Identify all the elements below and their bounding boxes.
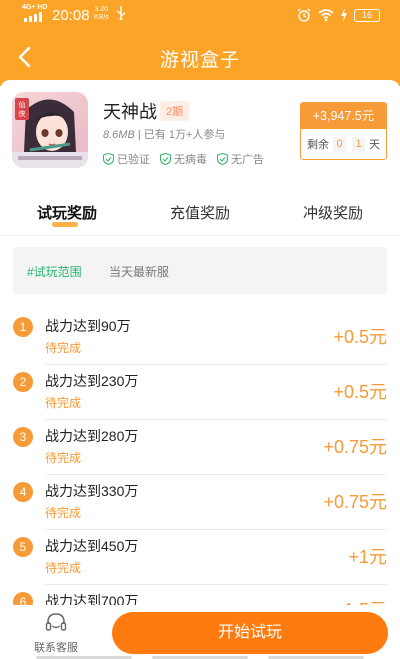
- remaining-digit: 0: [333, 136, 346, 152]
- svg-text:侠: 侠: [19, 109, 26, 118]
- task-status: 待完成: [45, 451, 82, 465]
- game-card: 仙 侠 天神战 2期 8.6MB | 已有 1万+人参与 已验证 无病毒 无广告…: [0, 80, 400, 184]
- trial-scope-box: #试玩范围 当天最新服: [13, 247, 387, 294]
- header-background: 4G+ HD 20:08 3.20 KB/s 16 游视盒子: [0, 0, 400, 86]
- task-index: 4: [13, 482, 33, 502]
- task-row[interactable]: 5 战力达到450万 待完成 +1元: [0, 530, 400, 585]
- reward-tabs: 试玩奖励 充值奖励 冲级奖励: [0, 184, 400, 236]
- customer-service-button[interactable]: 联系客服: [28, 611, 84, 655]
- task-name: 战力达到450万: [45, 538, 139, 554]
- verified-badge: 已验证: [103, 151, 150, 167]
- task-name: 战力达到330万: [45, 483, 139, 499]
- task-name: 战力达到280万: [45, 428, 139, 444]
- status-time: 20:08: [52, 7, 90, 24]
- shield-check-icon: [217, 153, 228, 165]
- tab-recharge-reward[interactable]: 充值奖励: [170, 202, 230, 223]
- task-status: 待完成: [45, 561, 82, 575]
- shield-check-icon: [103, 153, 114, 165]
- task-index: 5: [13, 537, 33, 557]
- game-size: 8.6MB: [103, 129, 135, 141]
- task-index: 2: [13, 372, 33, 392]
- task-index: 1: [13, 317, 33, 337]
- svg-text:仙: 仙: [19, 100, 26, 109]
- task-index: 3: [13, 427, 33, 447]
- task-status: 待完成: [45, 341, 82, 355]
- game-meta: 8.6MB | 已有 1万+人参与: [103, 126, 225, 142]
- trial-scope-value: 当天最新服: [109, 265, 170, 279]
- task-list-panel: #试玩范围 当天最新服 1 战力达到90万 待完成 +0.5元 2 战力达到23…: [0, 236, 400, 659]
- task-reward: +1元: [348, 547, 387, 567]
- task-row[interactable]: 4 战力达到330万 待完成 +0.75元: [0, 475, 400, 530]
- status-bar: 4G+ HD 20:08 3.20 KB/s 16: [0, 0, 400, 30]
- task-reward: +0.5元: [333, 327, 387, 347]
- network-type: 4G+ HD: [22, 4, 48, 11]
- tab-level-reward[interactable]: 冲级奖励: [303, 202, 363, 223]
- player-count: | 已有 1万+人参与: [137, 129, 226, 141]
- signal-icon: [24, 12, 46, 22]
- tab-trial-reward[interactable]: 试玩奖励: [37, 202, 97, 223]
- task-row[interactable]: 1 战力达到90万 待完成 +0.5元: [0, 310, 400, 365]
- reward-summary: +3,947.5元 剩余 0 1 天: [300, 102, 387, 160]
- network-speed: 3.20 KB/s: [94, 6, 109, 21]
- game-icon: 仙 侠: [12, 92, 88, 168]
- game-name: 天神战: [103, 102, 157, 122]
- wifi-icon: [318, 9, 334, 22]
- alarm-icon: [297, 8, 311, 22]
- start-trial-button[interactable]: 开始试玩: [112, 612, 388, 654]
- charging-icon: [341, 8, 347, 22]
- task-name: 战力达到230万: [45, 373, 139, 389]
- remaining-digit: 1: [352, 136, 365, 152]
- remaining-days: 剩余 0 1 天: [307, 136, 380, 152]
- page-title: 游视盒子: [159, 50, 240, 71]
- task-reward: +0.5元: [333, 382, 387, 402]
- usb-icon: [116, 6, 126, 23]
- ad-free-badge: 无广告: [217, 151, 264, 167]
- battery-icon: 16: [354, 8, 380, 22]
- task-reward: +0.75元: [323, 437, 387, 457]
- navigation-bar: 游视盒子: [0, 30, 400, 84]
- headset-icon: [45, 613, 67, 631]
- active-tab-indicator: [52, 222, 78, 227]
- shield-check-icon: [160, 153, 171, 165]
- total-reward: +3,947.5元: [301, 103, 386, 129]
- bottom-action-bar: 联系客服 开始试玩: [0, 605, 400, 659]
- trial-scope-label: #试玩范围: [27, 265, 82, 279]
- badge-list: 已验证 无病毒 无广告: [103, 151, 264, 167]
- task-status: 待完成: [45, 396, 82, 410]
- task-status: 待完成: [45, 506, 82, 520]
- task-row[interactable]: 2 战力达到230万 待完成 +0.5元: [0, 365, 400, 420]
- period-badge: 2期: [160, 101, 190, 121]
- task-name: 战力达到90万: [45, 318, 131, 334]
- task-row[interactable]: 3 战力达到280万 待完成 +0.75元: [0, 420, 400, 475]
- task-reward: +0.75元: [323, 492, 387, 512]
- virus-free-badge: 无病毒: [160, 151, 207, 167]
